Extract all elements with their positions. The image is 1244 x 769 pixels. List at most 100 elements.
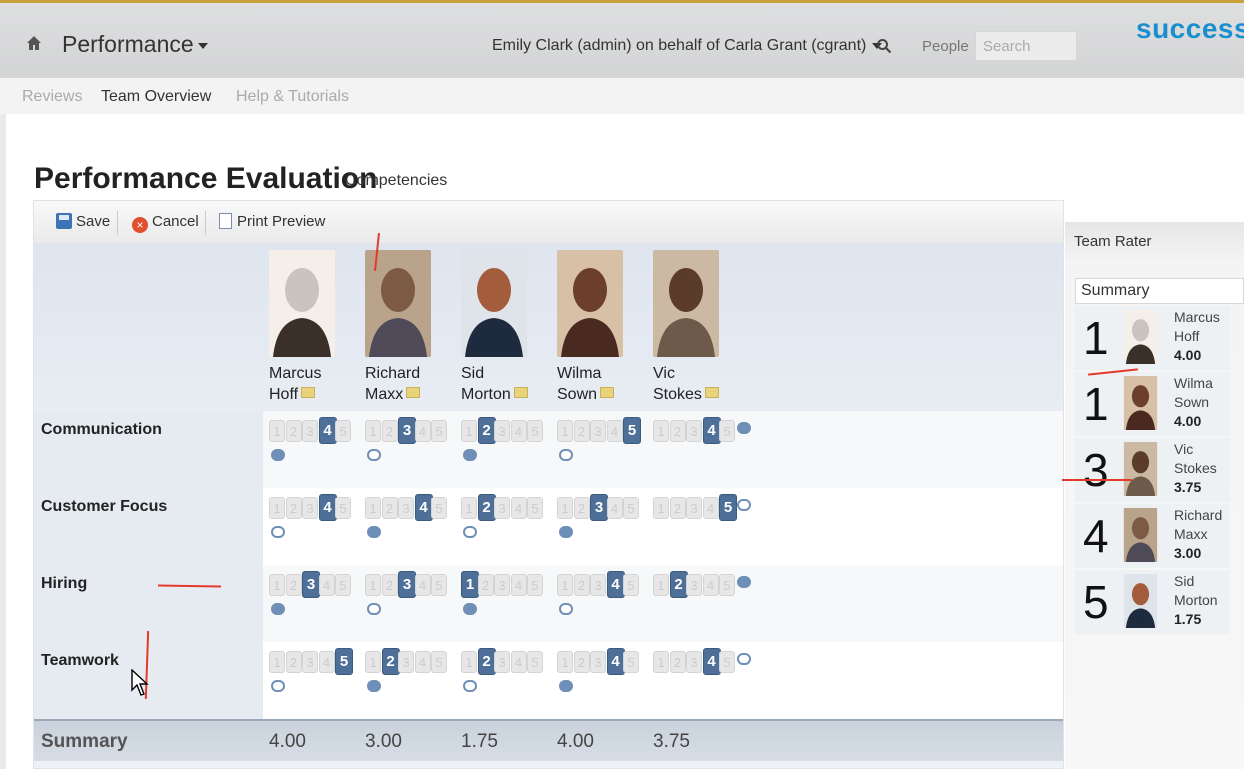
rating-option[interactable]: 5 — [719, 420, 735, 442]
rating-option[interactable]: 3 — [302, 497, 318, 519]
rating-option[interactable]: 3 — [590, 574, 606, 596]
profile-card-icon[interactable] — [600, 387, 615, 398]
rating-scale[interactable]: 12345 — [653, 494, 737, 522]
rating-scale[interactable]: 12345 — [653, 571, 735, 599]
tab-reviews[interactable]: Reviews — [22, 88, 82, 106]
comment-icon[interactable] — [271, 449, 285, 461]
rating-option-selected[interactable]: 4 — [606, 648, 625, 675]
rating-option[interactable]: 5 — [623, 497, 639, 519]
rating-option[interactable]: 3 — [590, 651, 606, 673]
rating-option[interactable]: 4 — [606, 497, 623, 519]
profile-card-icon[interactable] — [406, 387, 421, 398]
rating-option[interactable]: 3 — [686, 574, 702, 596]
rating-option[interactable]: 2 — [285, 651, 302, 673]
rating-option[interactable]: 3 — [398, 497, 414, 519]
rating-option[interactable]: 2 — [573, 420, 590, 442]
rating-option[interactable]: 5 — [527, 574, 543, 596]
rating-option[interactable]: 4 — [510, 651, 527, 673]
rating-option[interactable]: 5 — [527, 651, 543, 673]
rank-item[interactable]: 5 Sid Morton 1.75 — [1075, 570, 1230, 634]
rating-option[interactable]: 1 — [269, 420, 285, 442]
rating-option[interactable]: 3 — [302, 420, 318, 442]
rating-option-selected[interactable]: 4 — [702, 417, 721, 444]
rating-option[interactable]: 5 — [719, 651, 735, 673]
rating-option[interactable]: 5 — [623, 651, 639, 673]
rating-option[interactable]: 5 — [431, 497, 447, 519]
comment-icon[interactable] — [737, 576, 751, 588]
rating-option-selected[interactable]: 3 — [398, 417, 416, 444]
rating-option[interactable]: 4 — [606, 420, 623, 442]
rating-option[interactable]: 1 — [653, 420, 669, 442]
rating-option[interactable]: 5 — [431, 651, 447, 673]
rating-option-selected[interactable]: 4 — [702, 648, 721, 675]
employee-name[interactable]: Wilma Sown — [557, 363, 637, 405]
rating-scale[interactable]: 12345 — [461, 571, 543, 599]
rating-scale[interactable]: 12345 — [269, 494, 351, 522]
rating-option[interactable]: 2 — [285, 497, 302, 519]
comment-icon[interactable] — [367, 526, 381, 538]
rating-scale[interactable]: 12345 — [365, 494, 447, 522]
rating-option[interactable]: 1 — [557, 497, 573, 519]
comment-icon[interactable] — [737, 422, 751, 434]
employee-name[interactable]: Vic Stokes — [653, 363, 733, 405]
rating-option-selected[interactable]: 4 — [606, 571, 625, 598]
rating-scale[interactable]: 12345 — [653, 648, 735, 676]
rating-option[interactable]: 2 — [669, 651, 686, 673]
comment-icon[interactable] — [559, 449, 573, 461]
comment-icon[interactable] — [559, 680, 573, 692]
rating-scale[interactable]: 12345 — [461, 494, 543, 522]
rating-option[interactable]: 2 — [381, 420, 398, 442]
rating-option-selected[interactable]: 2 — [477, 648, 496, 675]
rating-option[interactable]: 1 — [461, 651, 477, 673]
employee-name[interactable]: Richard Maxx — [365, 363, 445, 405]
rank-item[interactable]: 1 Wilma Sown 4.00 — [1075, 372, 1230, 436]
rating-option[interactable]: 2 — [477, 574, 494, 596]
rating-option[interactable]: 5 — [431, 420, 447, 442]
tab-team-overview[interactable]: Team Overview — [101, 88, 211, 106]
comment-icon[interactable] — [367, 680, 381, 692]
rating-option[interactable]: 3 — [494, 420, 510, 442]
rating-option[interactable]: 4 — [510, 420, 527, 442]
rating-option[interactable]: 3 — [686, 651, 702, 673]
rating-option[interactable]: 2 — [381, 574, 398, 596]
comment-icon[interactable] — [367, 449, 381, 461]
comment-icon[interactable] — [271, 680, 285, 692]
rating-scale[interactable]: 12345 — [557, 571, 639, 599]
rating-option[interactable]: 5 — [335, 497, 351, 519]
rating-option[interactable]: 1 — [653, 497, 669, 519]
rating-option-selected[interactable]: 3 — [398, 571, 416, 598]
employee-name[interactable]: Sid Morton — [461, 363, 541, 405]
rating-option[interactable]: 1 — [557, 420, 573, 442]
rating-option[interactable]: 1 — [461, 497, 477, 519]
profile-card-icon[interactable] — [301, 387, 316, 398]
rating-option[interactable]: 2 — [285, 574, 302, 596]
rating-option[interactable]: 3 — [398, 651, 414, 673]
profile-card-icon[interactable] — [704, 387, 719, 398]
rating-option[interactable]: 2 — [573, 497, 590, 519]
rating-option-selected[interactable]: 2 — [477, 494, 496, 521]
rating-option[interactable]: 1 — [557, 651, 573, 673]
rating-option[interactable]: 5 — [335, 574, 351, 596]
rating-option[interactable]: 5 — [431, 574, 447, 596]
employee-photo[interactable] — [461, 250, 527, 357]
user-menu[interactable]: Emily Clark (admin) on behalf of Carla G… — [492, 37, 883, 55]
rating-option[interactable]: 1 — [461, 420, 477, 442]
comment-icon[interactable] — [463, 603, 477, 615]
comment-icon[interactable] — [559, 603, 573, 615]
comment-icon[interactable] — [271, 603, 285, 615]
rating-option[interactable]: 2 — [669, 497, 686, 519]
rating-option[interactable]: 5 — [527, 420, 543, 442]
rating-option[interactable]: 3 — [494, 651, 510, 673]
rating-scale[interactable]: 12345 — [269, 648, 353, 676]
rank-item[interactable]: 4 Richard Maxx 3.00 — [1075, 504, 1230, 568]
rating-option[interactable]: 2 — [381, 497, 398, 519]
team-rater-summary-select[interactable]: Summary — [1075, 278, 1244, 304]
rating-scale[interactable]: 12345 — [269, 417, 351, 445]
rating-scale[interactable]: 12345 — [461, 417, 543, 445]
employee-photo[interactable] — [557, 250, 623, 357]
rating-option[interactable]: 1 — [365, 497, 381, 519]
rating-scale[interactable]: 12345 — [557, 417, 641, 445]
comment-icon[interactable] — [367, 603, 381, 615]
rating-scale[interactable]: 12345 — [365, 571, 447, 599]
rating-option[interactable]: 1 — [365, 574, 381, 596]
